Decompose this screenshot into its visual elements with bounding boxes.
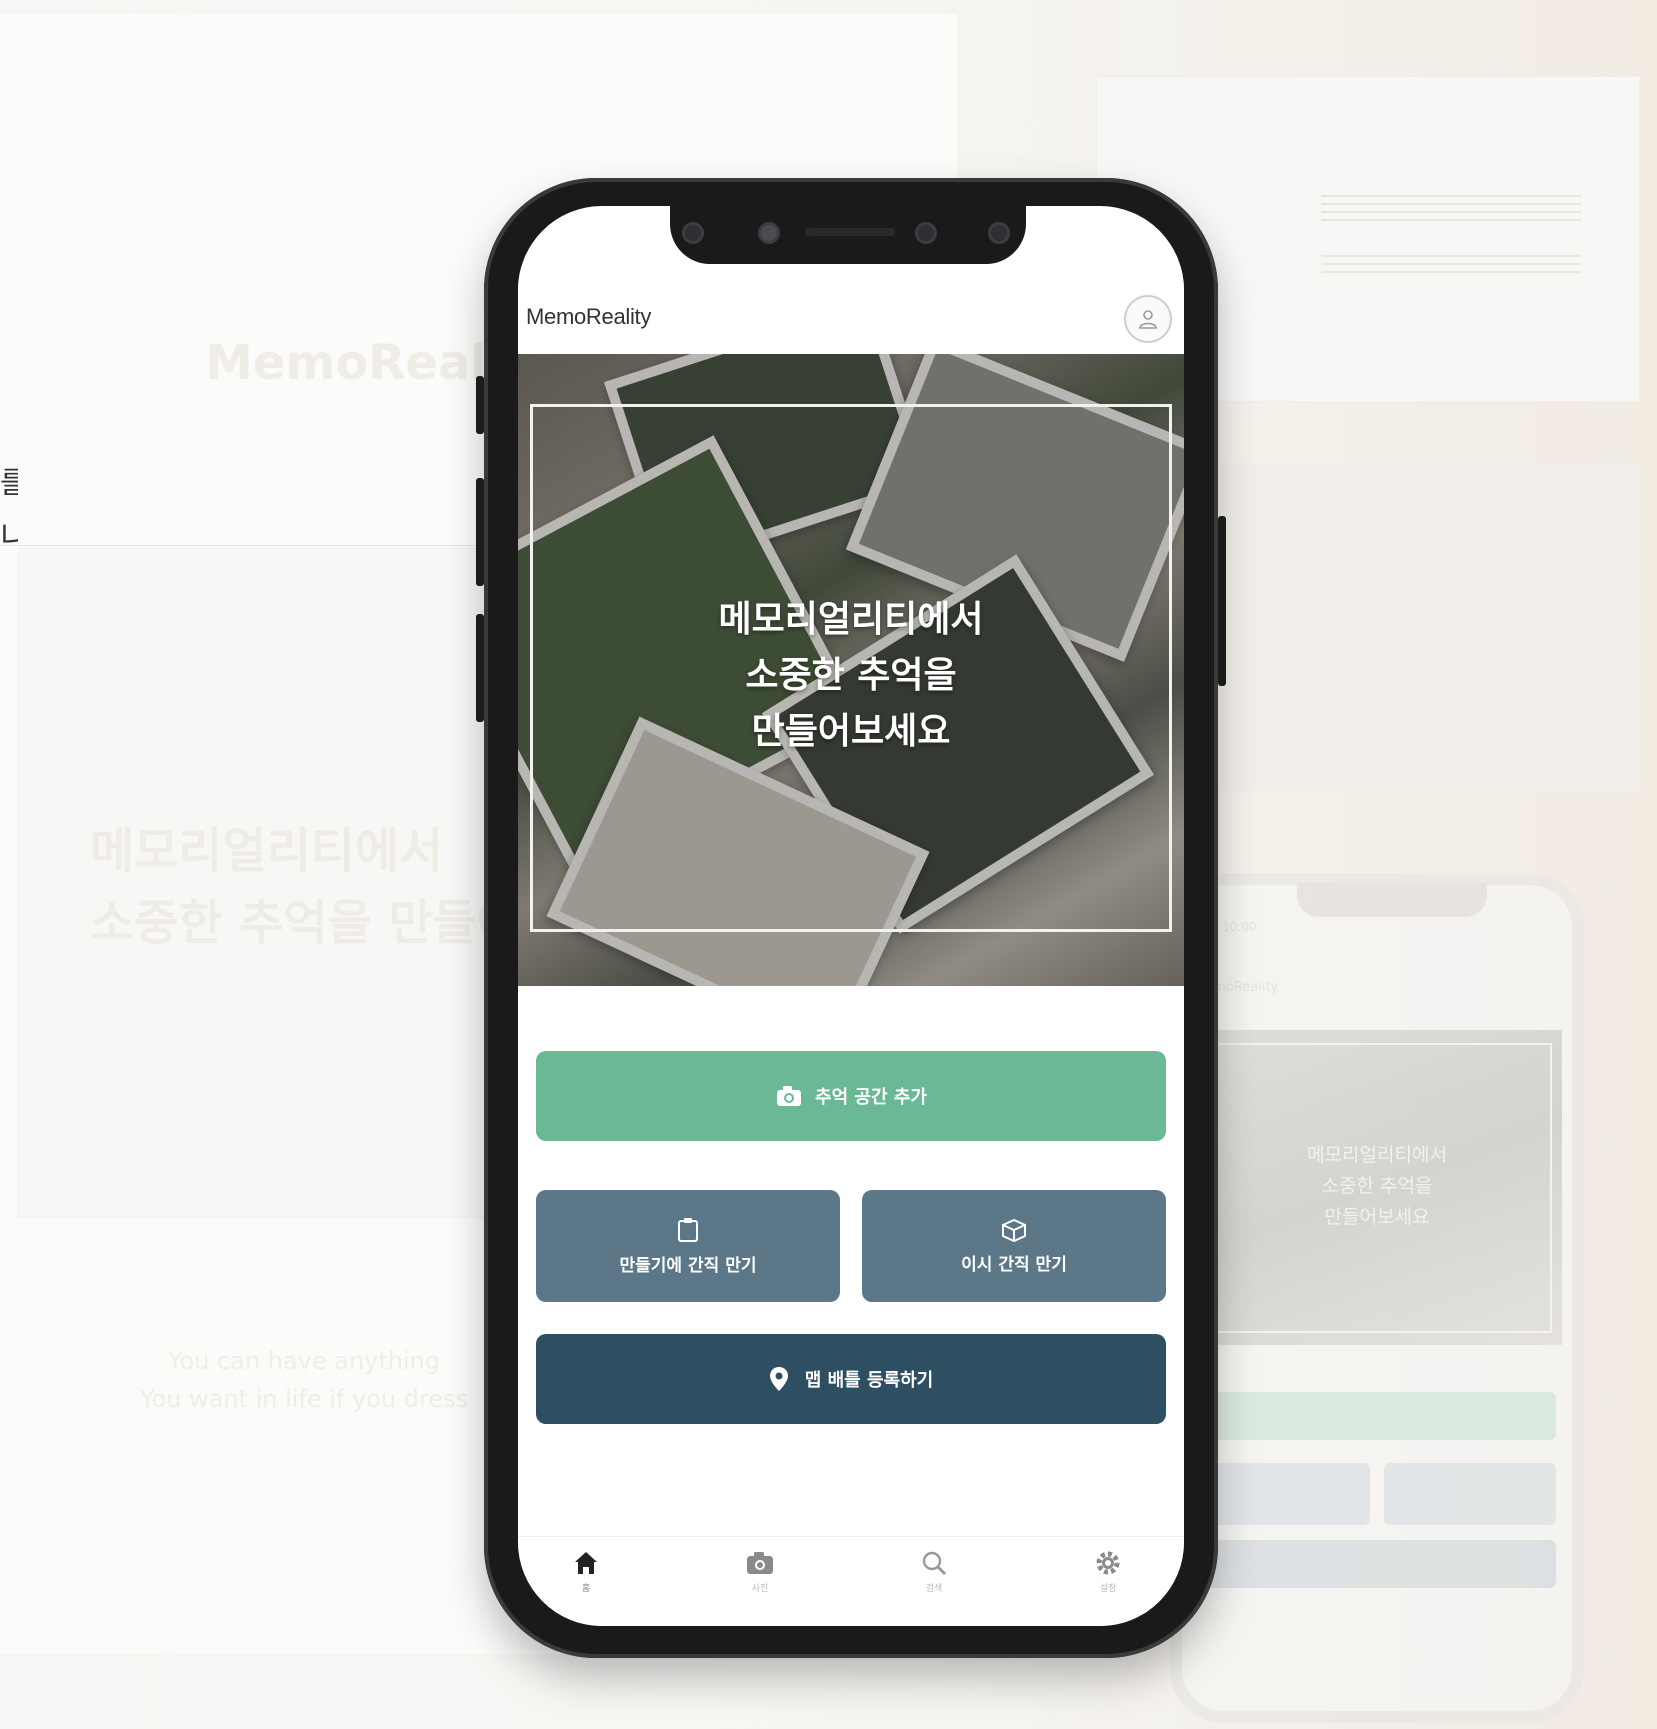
tab-settings[interactable]: 설정 <box>1068 1549 1148 1609</box>
camera-dot <box>915 222 937 244</box>
hero-headline: 메모리얼리티에서 소중한 추억을 만들어보세요 <box>718 599 984 752</box>
user-icon <box>1139 310 1157 329</box>
camera-dot <box>988 222 1010 244</box>
tab-search[interactable]: 검색 <box>894 1549 974 1609</box>
gear-icon <box>1096 1551 1120 1575</box>
camera-icon <box>777 1086 802 1106</box>
this-time-button[interactable]: 이시 간직 만기 <box>862 1190 1166 1302</box>
slide-text-lines <box>1321 255 1581 275</box>
ghost-half-button <box>1384 1463 1556 1525</box>
ghost-hero-headline: 메모리얼리티에서 소중한 추억을 만들어보세요 <box>1307 1144 1447 1228</box>
phone-side-button <box>476 376 484 434</box>
hero-banner: 메모리얼리티에서 소중한 추억을 만들어보세요 <box>518 354 1184 986</box>
phone-notch <box>670 206 1026 264</box>
edge-text-2: 니 <box>0 520 18 555</box>
background-tagline: You can have anything You want in life i… <box>140 1347 469 1413</box>
search-icon <box>922 1551 947 1576</box>
box-icon <box>1002 1218 1026 1242</box>
add-memory-space-label: 추억 공간 추가 <box>815 1087 927 1108</box>
divider <box>0 545 520 546</box>
tab-home[interactable]: 홈 <box>546 1549 626 1609</box>
camera-dot <box>682 222 704 244</box>
phone-side-button <box>1218 516 1226 686</box>
camera-icon <box>747 1552 773 1574</box>
phone-screen: MemoReality 메모리얼리티에서 소중한 추억을 만들어보세요 추억 공… <box>518 206 1184 1626</box>
bottom-tab-bar: 홈 사진 검색 설정 <box>518 1536 1184 1626</box>
ghost-half-button <box>1198 1463 1370 1525</box>
register-location-button[interactable]: 맵 배틀 등록하기 <box>536 1334 1166 1424</box>
tab-camera[interactable]: 사진 <box>720 1549 800 1609</box>
add-memory-space-button[interactable]: 추억 공간 추가 <box>536 1051 1166 1141</box>
tab-settings-label: 설정 <box>1099 1584 1117 1594</box>
phone-mockup: MemoReality 메모리얼리티에서 소중한 추억을 만들어보세요 추억 공… <box>476 178 1226 1658</box>
register-location-label: 맵 배틀 등록하기 <box>804 1370 934 1391</box>
this-time-label: 이시 간직 만기 <box>961 1254 1067 1275</box>
phone-side-button <box>476 478 484 586</box>
app-brand: MemoReality <box>526 304 652 329</box>
home-icon <box>575 1552 597 1574</box>
map-pin-icon <box>769 1367 788 1391</box>
ghost-primary-button <box>1198 1392 1556 1440</box>
ghost-dark-button <box>1198 1540 1556 1588</box>
phone-side-button <box>476 614 484 722</box>
edge-text-1: 를 <box>0 466 18 501</box>
slide-text-lines <box>1321 195 1581 225</box>
background-phone-mockup: 10:00 MemoReality 메모리얼리티에서 소중한 추억을 만들어보세… <box>1170 873 1584 1723</box>
tab-home-label: 홈 <box>581 1584 591 1594</box>
background-headline: 메모리얼리티에서 소중한 추억을 만들어 <box>90 823 521 951</box>
camera-dot <box>758 222 780 244</box>
photo-detail-button[interactable]: 만들기에 간직 만기 <box>536 1190 840 1302</box>
status-time: 10:00 <box>1222 920 1257 934</box>
tab-search-label: 검색 <box>925 1584 943 1594</box>
profile-button[interactable] <box>1124 295 1172 343</box>
tab-camera-label: 사진 <box>751 1584 769 1594</box>
photo-detail-label: 만들기에 간직 만기 <box>619 1255 757 1276</box>
phone-notch <box>1297 883 1487 917</box>
clipboard-icon <box>678 1217 698 1242</box>
speaker-grille <box>805 228 895 236</box>
